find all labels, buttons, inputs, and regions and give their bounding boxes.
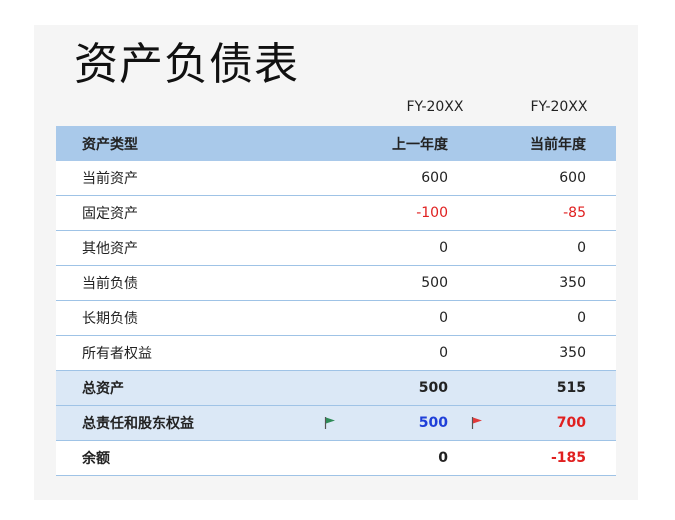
row-curr-value[interactable]: 350 bbox=[486, 266, 586, 300]
row-label: 当前资产 bbox=[82, 171, 138, 187]
table-row[interactable]: 当前资产 600 600 bbox=[56, 161, 616, 196]
row-curr-value[interactable]: 515 bbox=[486, 371, 586, 405]
row-label: 固定资产 bbox=[82, 206, 138, 222]
row-prev-value[interactable]: 500 bbox=[346, 406, 448, 440]
row-curr-value[interactable]: -85 bbox=[486, 196, 586, 230]
row-label: 余额 bbox=[82, 451, 110, 467]
row-prev-value[interactable]: 500 bbox=[346, 266, 448, 300]
page-title: 资产负债表 bbox=[74, 39, 299, 90]
table-row[interactable]: 其他资产 0 0 bbox=[56, 231, 616, 266]
row-prev-value[interactable]: 0 bbox=[346, 441, 448, 475]
table-header-row: 资产类型 上一年度 当前年度 bbox=[56, 126, 616, 161]
row-label: 其他资产 bbox=[82, 241, 138, 257]
total-assets-row[interactable]: 总资产 500 515 bbox=[56, 371, 616, 406]
row-prev-value[interactable]: 0 bbox=[346, 231, 448, 265]
table-row[interactable]: 固定资产 -100 -85 bbox=[56, 196, 616, 231]
row-prev-value[interactable]: 0 bbox=[346, 336, 448, 370]
row-prev-value[interactable]: 600 bbox=[346, 161, 448, 195]
row-curr-value[interactable]: 700 bbox=[486, 406, 586, 440]
total-liabilities-equity-row[interactable]: 总责任和股东权益 500 700 bbox=[56, 406, 616, 441]
red-flag-icon bbox=[471, 417, 482, 429]
table-row[interactable]: 所有者权益 0 350 bbox=[56, 336, 616, 371]
row-prev-value[interactable]: 500 bbox=[346, 371, 448, 405]
balance-row[interactable]: 余额 0 -185 bbox=[56, 441, 616, 476]
row-curr-value[interactable]: 350 bbox=[486, 336, 586, 370]
row-label: 所有者权益 bbox=[82, 346, 152, 362]
balance-table: 资产类型 上一年度 当前年度 当前资产 600 600 固定资产 -100 -8… bbox=[56, 126, 616, 476]
row-label: 长期负债 bbox=[82, 311, 138, 327]
row-label: 总责任和股东权益 bbox=[82, 416, 194, 432]
header-type: 资产类型 bbox=[82, 136, 138, 153]
row-curr-value[interactable]: -185 bbox=[486, 441, 586, 475]
row-prev-value[interactable]: -100 bbox=[346, 196, 448, 230]
row-label: 总资产 bbox=[82, 381, 124, 397]
row-label: 当前负债 bbox=[82, 276, 138, 292]
row-prev-value[interactable]: 0 bbox=[346, 301, 448, 335]
header-prev: 上一年度 bbox=[392, 136, 448, 153]
year-label-prev: FY-20XX bbox=[406, 99, 464, 115]
row-curr-value[interactable]: 0 bbox=[486, 301, 586, 335]
row-curr-value[interactable]: 0 bbox=[486, 231, 586, 265]
green-flag-icon bbox=[324, 417, 335, 429]
table-row[interactable]: 当前负债 500 350 bbox=[56, 266, 616, 301]
balance-sheet: 资产负债表 FY-20XX FY-20XX 资产类型 上一年度 当前年度 当前资… bbox=[34, 25, 638, 500]
table-row[interactable]: 长期负债 0 0 bbox=[56, 301, 616, 336]
header-curr: 当前年度 bbox=[530, 136, 586, 153]
year-label-curr: FY-20XX bbox=[530, 99, 588, 115]
row-curr-value[interactable]: 600 bbox=[486, 161, 586, 195]
